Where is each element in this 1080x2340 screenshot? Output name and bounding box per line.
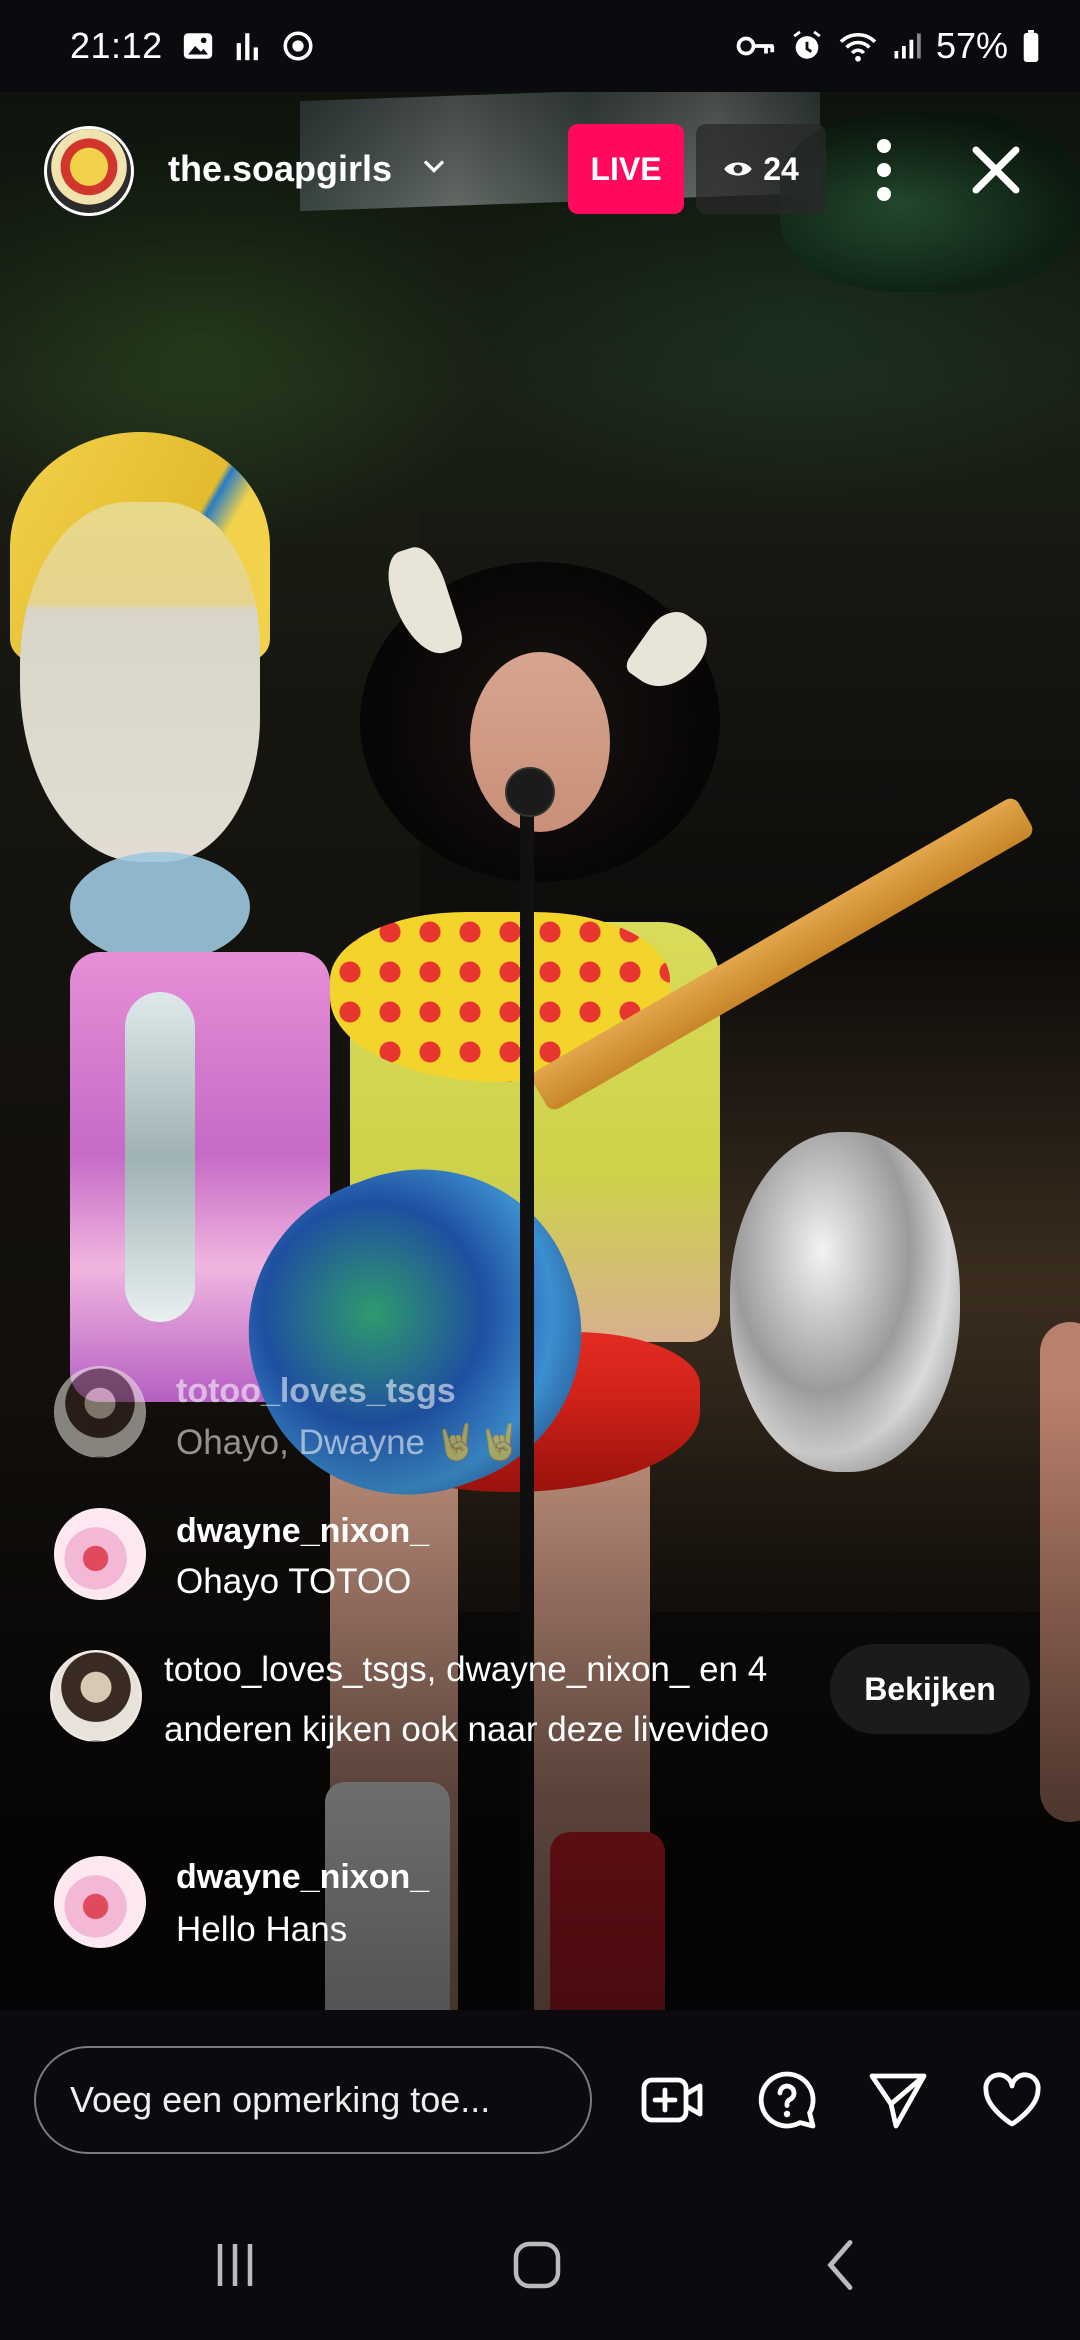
question-icon[interactable]: [755, 2068, 819, 2132]
commenter-avatar[interactable]: [54, 1366, 146, 1458]
comment-text: Hello Hans: [176, 1910, 348, 1949]
comment-item[interactable]: dwayne_nixon_ Hello Hans: [54, 1856, 754, 1956]
comment-text: Ohayo, Dwayne 🤘🤘: [176, 1423, 522, 1462]
eye-icon: [724, 162, 752, 176]
host-avatar[interactable]: [44, 126, 134, 216]
signal-icon: [894, 33, 921, 59]
close-icon[interactable]: [966, 140, 1026, 200]
joiner-avatar: [50, 1650, 142, 1742]
microphone: [505, 767, 555, 817]
comment-username[interactable]: dwayne_nixon_: [176, 1858, 429, 1897]
tassel-decoration: [125, 992, 195, 1322]
live-badge: LIVE: [568, 124, 684, 214]
battery-percent: 57%: [935, 25, 1008, 66]
comment-item[interactable]: dwayne_nixon_ Ohayo TOTOO: [54, 1508, 754, 1608]
recents-icon[interactable]: [200, 2235, 270, 2295]
cartoon-cutout-collar: [70, 852, 250, 962]
comment-item[interactable]: totoo_loves_tsgs Ohayo, Dwayne 🤘🤘: [54, 1366, 754, 1466]
viewer-count-badge[interactable]: 24: [696, 124, 826, 214]
status-time: 21:12: [70, 25, 163, 66]
join-notice-text: totoo_loves_tsgs, dwayne_nixon_ en 4 and…: [164, 1650, 770, 1749]
key-icon: [736, 36, 775, 56]
gallery-icon: [183, 33, 212, 59]
more-options-icon[interactable]: [862, 130, 906, 210]
battery-icon: [1023, 30, 1039, 62]
comment-username[interactable]: totoo_loves_tsgs: [176, 1372, 456, 1411]
system-navigation-bar: [0, 2190, 1080, 2340]
status-bar: 21:12 57%: [0, 0, 1080, 92]
commenter-avatar[interactable]: [54, 1856, 146, 1948]
live-header: the.soapgirls LIVE 24: [0, 122, 1080, 222]
home-icon[interactable]: [502, 2235, 572, 2295]
send-icon[interactable]: [866, 2068, 930, 2132]
wifi-icon: [839, 32, 877, 62]
add-video-icon[interactable]: [640, 2068, 704, 2132]
heart-icon[interactable]: [980, 2068, 1044, 2132]
alarm-icon: [793, 30, 821, 59]
cartoon-cutout-face: [20, 502, 260, 862]
vpn-icon: [283, 31, 313, 61]
comment-input[interactable]: [34, 2046, 592, 2154]
host-username[interactable]: the.soapgirls: [168, 148, 392, 190]
chevron-down-icon[interactable]: [416, 148, 452, 184]
viewer-count: 24: [763, 150, 799, 187]
bottom-action-bar: [0, 2010, 1080, 2190]
view-viewers-button[interactable]: Bekijken: [830, 1644, 1030, 1734]
commenter-avatar[interactable]: [54, 1508, 146, 1600]
comment-text: Ohayo TOTOO: [176, 1562, 412, 1601]
chart-icon: [236, 33, 258, 61]
comment-username[interactable]: dwayne_nixon_: [176, 1512, 429, 1551]
back-icon[interactable]: [806, 2235, 876, 2295]
